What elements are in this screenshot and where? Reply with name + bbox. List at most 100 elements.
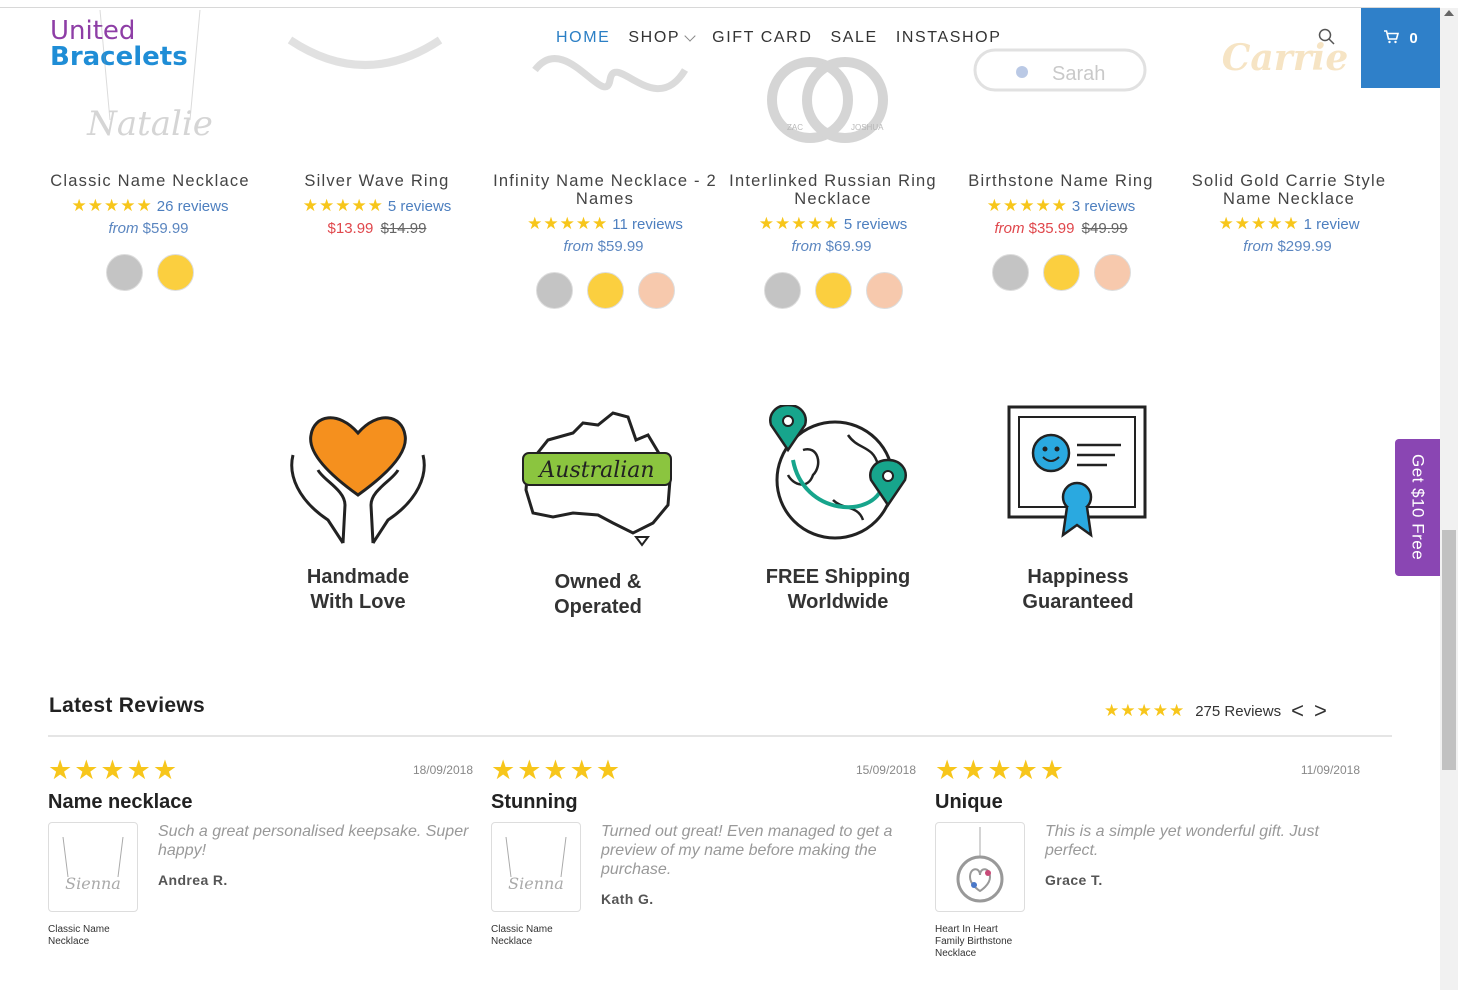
nav-gift-card[interactable]: GIFT CARD [712,29,812,47]
price-current: $299.99 [1277,238,1332,255]
review-count[interactable]: 26 reviews [157,198,229,215]
product-card[interactable]: Birthstone Name Ring ★★★★★ 3 reviews fro… [947,172,1175,291]
scrollbar[interactable] [1440,8,1458,990]
product-rating: ★★★★★ 5 reviews [719,214,947,234]
price-from: from [108,220,139,237]
get-10-free-tab[interactable]: Get $10 Free [1395,439,1440,576]
product-title[interactable]: Interlinked Russian Ring Necklace [719,172,947,208]
review-product-name[interactable]: Classic Name Necklace [491,924,581,948]
product-rating: ★★★★★ 3 reviews [947,196,1175,216]
scrollbar-thumb[interactable] [1442,530,1456,770]
product-card[interactable]: Infinity Name Necklace - 2 Names ★★★★★ 1… [491,172,719,309]
price-current: $69.99 [825,238,872,255]
color-swatch[interactable] [763,272,801,309]
color-swatch[interactable] [637,272,675,309]
review-product-thumb[interactable]: Sienna [491,822,581,912]
product-image-classic-name-necklace[interactable]: Natalie [70,10,230,150]
product-image-infinity-necklace[interactable] [525,10,695,120]
review-count[interactable]: 11 reviews [612,216,683,233]
color-swatch[interactable] [814,272,852,309]
product-card[interactable]: Solid Gold Carrie Style Name Necklace ★★… [1175,172,1403,255]
review-product-name[interactable]: Heart In Heart Family Birthstone Necklac… [935,924,1025,960]
product-image-gold-carrie-necklace[interactable]: Carrie [1195,10,1375,90]
review-count[interactable]: 5 reviews [844,216,907,233]
review-author: Kath G. [601,891,654,907]
feature-2-line2: Operated [554,596,642,618]
feature-2-line1: Owned & [554,571,642,593]
product-rating: ★★★★★ 26 reviews [36,196,264,216]
product-price: from $69.99 [719,238,947,255]
review-product-thumb[interactable] [935,822,1025,912]
feature-3-line2: Worldwide [787,591,889,613]
feature-owned-operated: Australian Owned & Operated [478,405,718,620]
product-title[interactable]: Birthstone Name Ring [947,172,1175,190]
review-date: 11/09/2018 [1300,763,1360,777]
color-swatch[interactable] [1093,254,1131,291]
review-count[interactable]: 3 reviews [1072,198,1135,215]
rating-stars: ★★★★★ [71,196,153,215]
product-card[interactable]: Interlinked Russian Ring Necklace ★★★★★ … [719,172,947,309]
product-rating: ★★★★★ 1 review [1175,214,1403,234]
nav-sale[interactable]: SALE [831,29,878,47]
review-product-thumb-image: Sienna [505,837,567,893]
feature-1-line1: Handmade [306,566,410,588]
review-title: Name necklace [48,791,193,813]
cart-icon [1384,30,1400,44]
review-stars: ★★★★★ [935,755,1067,785]
reviews-prev-button[interactable]: < [1291,700,1304,722]
product-image-text-4a: ZAC [787,123,803,132]
review-card: ★★★★★ 15/09/2018 Stunning Sienna Classic… [491,755,916,948]
color-swatch[interactable] [106,254,143,291]
price-current: $13.99 [327,220,374,237]
feature-happiness: Happiness Guaranteed [958,405,1198,615]
review-stars: ★★★★★ [491,755,623,785]
product-price: from $59.99 [36,220,264,237]
product-title[interactable]: Silver Wave Ring [263,172,491,190]
price-from: from [994,220,1025,237]
price-current: $59.99 [597,238,644,255]
product-image-interlinked-russian-ring[interactable]: ZAC JOSHUA [765,55,895,145]
heart-hands-icon [290,416,426,544]
cart-count: 0 [1409,30,1418,47]
price-current: $35.99 [1028,220,1075,237]
review-count[interactable]: 5 reviews [388,198,451,215]
review-date: 15/09/2018 [855,763,916,777]
product-rating: ★★★★★ 5 reviews [263,196,491,216]
review-author: Andrea R. [158,872,228,888]
scroll-up-icon[interactable] [1444,10,1454,16]
color-swatch[interactable] [586,272,624,309]
review-product-name[interactable]: Classic Name Necklace [48,924,138,948]
review-text: Such a great personalised keepsake. Supe… [158,823,469,859]
product-image-silver-wave-ring[interactable] [285,10,445,80]
color-swatch[interactable] [157,254,194,291]
review-date: 18/09/2018 [412,763,473,777]
color-swatches [947,254,1175,291]
rating-stars: ★★★★★ [1218,214,1300,233]
review-title: Unique [935,791,1003,813]
color-swatches [491,272,719,309]
rating-stars: ★★★★★ [302,196,384,215]
review-count[interactable]: 1 review [1304,216,1360,233]
color-swatch[interactable] [1042,254,1080,291]
review-product-thumb-image: Sienna [62,837,124,893]
price-from: from [1243,238,1274,255]
product-title[interactable]: Infinity Name Necklace - 2 Names [491,172,719,208]
globe-shipping-icon [769,405,907,540]
color-swatch[interactable] [535,272,573,309]
product-image-birthstone-name-ring[interactable]: Sarah [970,40,1150,100]
product-price: from $299.99 [1175,238,1403,255]
color-swatches [719,272,947,309]
color-swatch[interactable] [865,272,903,309]
summary-stars: ★★★★★ [1104,701,1186,720]
price-from: from [563,238,594,255]
product-card[interactable]: Silver Wave Ring ★★★★★ 5 reviews $13.99 … [263,172,491,237]
product-title[interactable]: Classic Name Necklace [36,172,264,190]
rating-stars: ★★★★★ [527,214,609,233]
product-card[interactable]: Classic Name Necklace ★★★★★ 26 reviews f… [36,172,264,291]
product-rating: ★★★★★ 11 reviews [491,214,719,234]
reviews-next-button[interactable]: > [1314,700,1327,722]
review-product-thumb[interactable]: Sienna [48,822,138,912]
product-title[interactable]: Solid Gold Carrie Style Name Necklace [1175,172,1403,208]
color-swatch[interactable] [991,254,1029,291]
summary-count[interactable]: 275 Reviews [1195,703,1281,720]
